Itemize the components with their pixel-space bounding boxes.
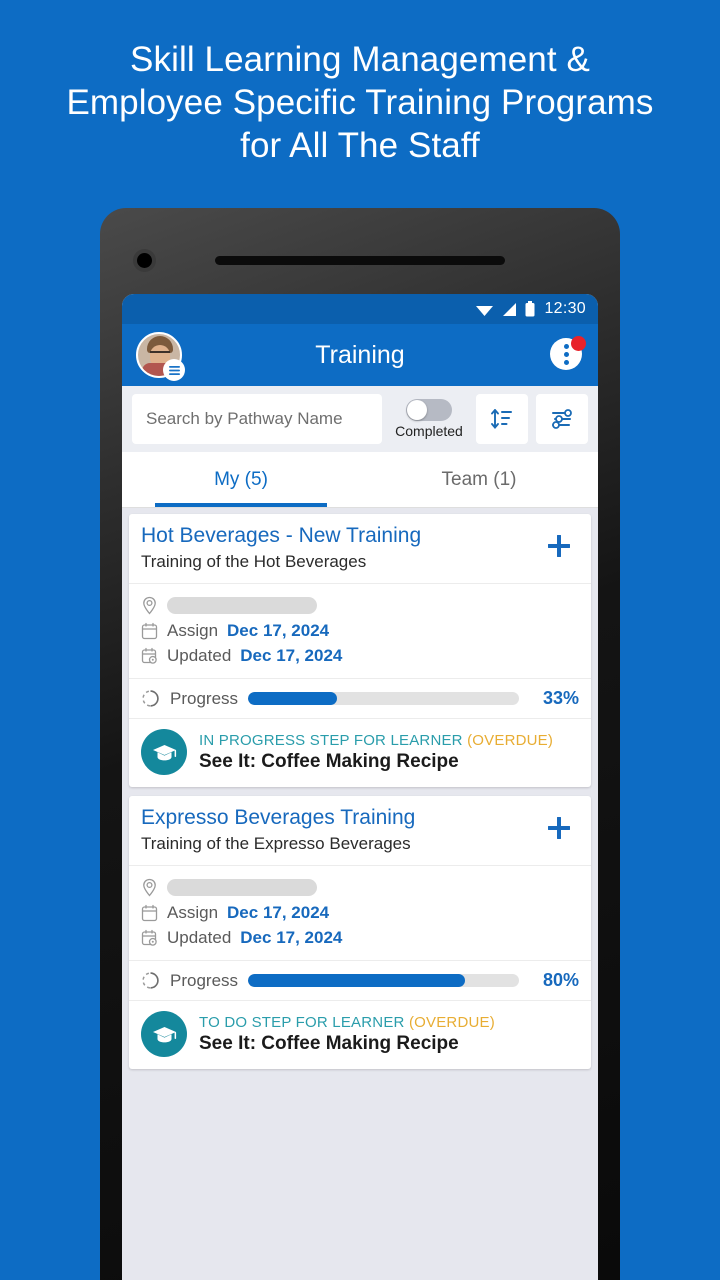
wifi-icon <box>476 305 494 316</box>
calendar-clock-icon <box>141 929 157 946</box>
progress-label: Progress <box>170 688 239 708</box>
location-row <box>141 593 579 618</box>
training-card[interactable]: Hot Beverages - New Training Training of… <box>129 514 591 787</box>
add-button[interactable] <box>539 808 579 848</box>
phone-screen: 12:30 Training Search by Pathway Name Co… <box>122 294 598 1280</box>
updated-row: Updated Dec 17, 2024 <box>141 643 579 668</box>
updated-label: Updated <box>167 927 232 947</box>
updated-label: Updated <box>167 645 232 665</box>
card-title: Hot Beverages - New Training <box>141 524 422 547</box>
status-kicker: IN PROGRESS STEP FOR LEARNER (OVERDUE) <box>199 732 553 749</box>
location-row <box>141 875 579 900</box>
phone-bezel-top <box>100 208 620 294</box>
assign-label: Assign <box>167 902 219 922</box>
filter-button[interactable] <box>536 394 588 444</box>
notification-badge <box>571 336 586 351</box>
location-placeholder <box>167 879 317 896</box>
phone-mockup: 12:30 Training Search by Pathway Name Co… <box>100 208 620 1280</box>
avatar[interactable] <box>136 332 185 381</box>
search-input[interactable] <box>132 394 382 444</box>
card-meta: Assign Dec 17, 2024 Updated Dec 17, 2024 <box>129 866 591 961</box>
graduation-cap-icon <box>141 729 187 775</box>
add-button[interactable] <box>539 526 579 566</box>
assign-date: Dec 17, 2024 <box>227 902 330 922</box>
updated-date: Dec 17, 2024 <box>240 645 343 665</box>
progress-percent: 80% <box>542 970 579 990</box>
location-pin-icon <box>143 878 156 897</box>
calendar-icon <box>141 904 158 921</box>
progress-bar-fill <box>248 692 338 705</box>
earpiece-speaker <box>215 256 505 265</box>
overflow-menu-button[interactable] <box>550 336 586 372</box>
battery-icon <box>525 301 535 317</box>
status-row[interactable]: TO DO STEP FOR LEARNER (OVERDUE) See It:… <box>129 1001 591 1069</box>
assign-date: Dec 17, 2024 <box>227 620 330 640</box>
search-filter-bar: Completed <box>122 386 598 452</box>
progress-row: Progress 80% <box>129 961 591 1001</box>
promo-headline: Skill Learning Management & Employee Spe… <box>66 40 654 165</box>
toggle-knob <box>407 400 427 420</box>
status-kicker-text: IN PROGRESS STEP FOR LEARNER <box>199 731 463 749</box>
training-card[interactable]: Expresso Beverages Training Training of … <box>129 796 591 1069</box>
status-kicker: TO DO STEP FOR LEARNER (OVERDUE) <box>199 1014 495 1031</box>
progress-circle-icon <box>142 690 159 707</box>
training-card-list: Hot Beverages - New Training Training of… <box>122 508 598 1280</box>
front-camera-icon <box>133 249 156 272</box>
filter-tune-icon <box>552 409 572 429</box>
updated-date: Dec 17, 2024 <box>240 927 343 947</box>
status-overdue-flag: (OVERDUE) <box>408 1013 495 1031</box>
calendar-clock-icon <box>141 647 157 664</box>
tab-bar: My (5) Team (1) <box>122 452 598 508</box>
progress-bar <box>248 692 519 705</box>
status-kicker-text: TO DO STEP FOR LEARNER <box>199 1013 405 1031</box>
sort-button[interactable] <box>476 394 528 444</box>
progress-label: Progress <box>170 970 239 990</box>
progress-row: Progress 33% <box>129 679 591 719</box>
location-placeholder <box>167 597 317 614</box>
status-bar: 12:30 <box>122 294 598 324</box>
graduation-cap-icon <box>141 1011 187 1057</box>
card-subtitle: Training of the Expresso Beverages <box>141 834 411 853</box>
completed-toggle-label: Completed <box>395 423 463 439</box>
updated-row: Updated Dec 17, 2024 <box>141 925 579 950</box>
progress-percent: 33% <box>542 688 579 708</box>
card-subtitle: Training of the Hot Beverages <box>141 552 367 571</box>
toggle-track <box>406 399 452 421</box>
plus-icon <box>548 817 570 839</box>
card-meta: Assign Dec 17, 2024 Updated Dec 17, 2024 <box>129 584 591 679</box>
hamburger-menu-icon[interactable] <box>163 359 185 381</box>
tab-my[interactable]: My (5) <box>122 452 360 507</box>
card-header: Hot Beverages - New Training Training of… <box>129 514 591 584</box>
sort-icon <box>491 409 512 429</box>
plus-icon <box>548 535 570 557</box>
page-title: Training <box>315 340 405 369</box>
app-bar: Training <box>122 324 598 386</box>
signal-icon <box>503 302 517 316</box>
assign-row: Assign Dec 17, 2024 <box>141 618 579 643</box>
status-bar-clock: 12:30 <box>544 300 586 317</box>
calendar-icon <box>141 622 158 639</box>
progress-bar-fill <box>248 974 465 987</box>
tab-team[interactable]: Team (1) <box>360 452 598 507</box>
card-title: Expresso Beverages Training <box>141 806 416 829</box>
status-row[interactable]: IN PROGRESS STEP FOR LEARNER (OVERDUE) S… <box>129 719 591 787</box>
progress-bar <box>248 974 519 987</box>
card-header: Expresso Beverages Training Training of … <box>129 796 591 866</box>
status-overdue-flag: (OVERDUE) <box>467 731 554 749</box>
location-pin-icon <box>143 596 156 615</box>
progress-circle-icon <box>142 972 159 989</box>
assign-label: Assign <box>167 620 219 640</box>
assign-row: Assign Dec 17, 2024 <box>141 900 579 925</box>
status-title: See It: Coffee Making Recipe <box>199 1032 459 1054</box>
completed-toggle[interactable]: Completed <box>390 399 468 439</box>
status-title: See It: Coffee Making Recipe <box>199 750 459 772</box>
